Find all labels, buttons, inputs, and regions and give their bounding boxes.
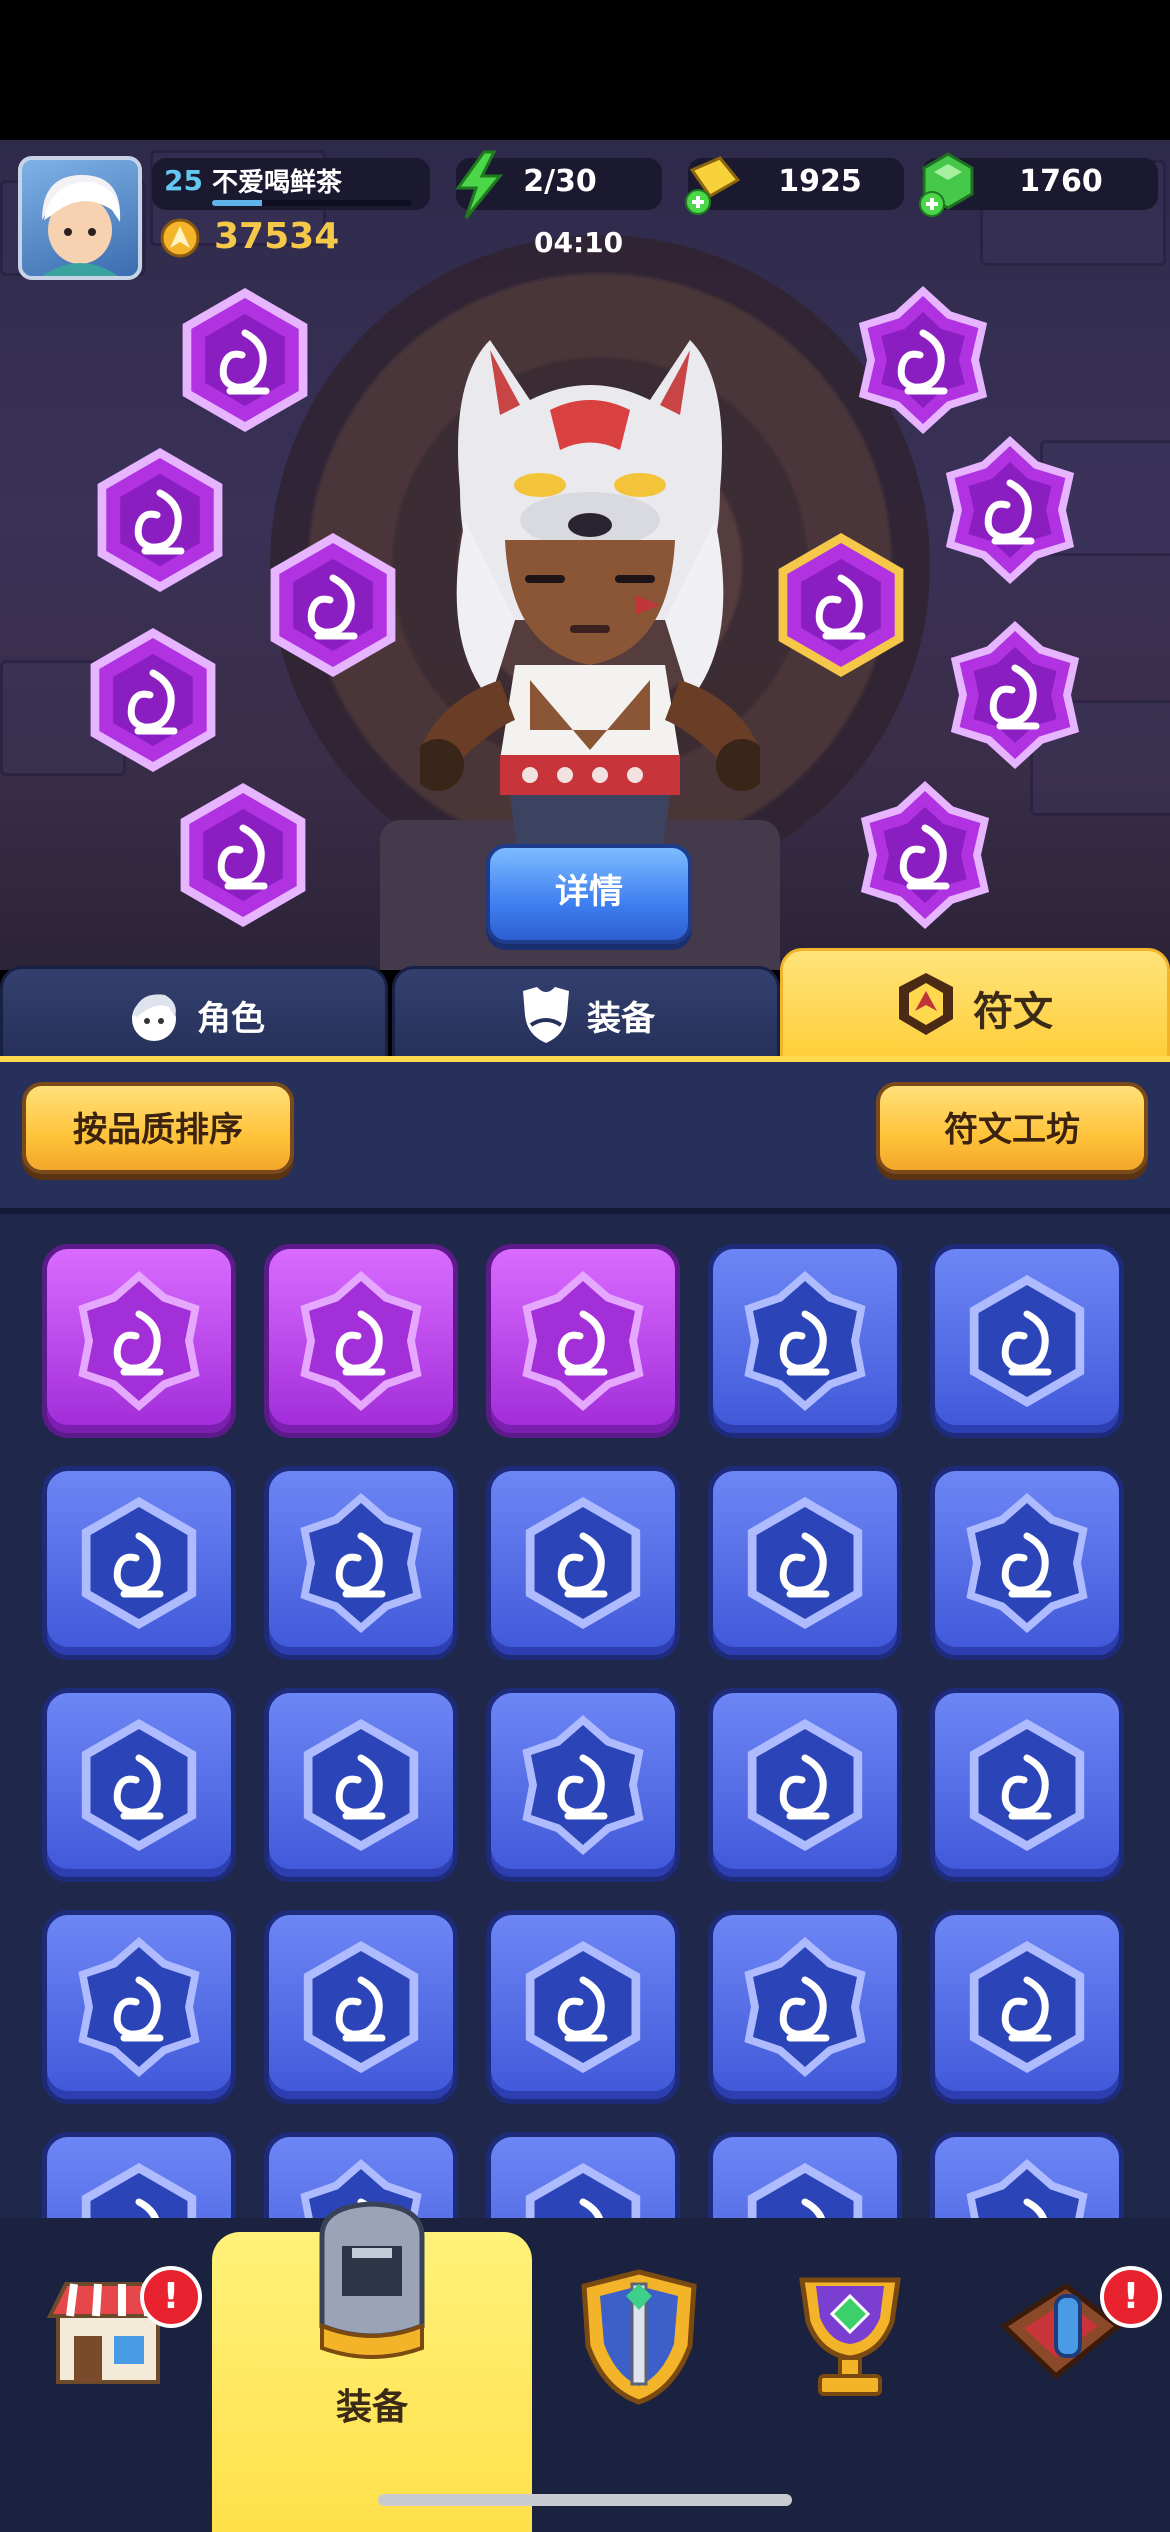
rune-card[interactable] (486, 1466, 680, 1660)
arrow-rain-icon (78, 1937, 200, 2077)
rune-card[interactable] (486, 2132, 680, 2220)
skull-fire-icon (525, 1941, 641, 2073)
rune-card[interactable] (930, 1244, 1124, 1438)
rune-card[interactable] (708, 2132, 902, 2220)
player-avatar[interactable] (18, 156, 142, 280)
tab-runes[interactable]: 符文 (780, 948, 1170, 1060)
fire-splash-icon (966, 1493, 1088, 1633)
armor-icon (523, 987, 569, 1043)
rune-inventory-grid[interactable] (0, 1214, 1170, 2220)
slash-fire-icon (78, 1271, 200, 1411)
potion-arrow-icon (969, 1719, 1085, 1851)
rune-card[interactable] (708, 1910, 902, 2104)
swirl-icon (969, 1275, 1085, 1407)
rune-card[interactable] (264, 1910, 458, 2104)
demon-head-icon (300, 1493, 422, 1633)
gem-icon (919, 152, 974, 217)
skull-fire-icon[interactable] (850, 780, 1000, 930)
character-icon (132, 994, 176, 1041)
rune-card[interactable] (708, 1466, 902, 1660)
rune-card[interactable] (486, 1244, 680, 1438)
crit-double-icon[interactable] (170, 285, 320, 435)
ring-up-icon[interactable] (168, 780, 318, 930)
rune-card[interactable] (264, 1688, 458, 1882)
shield-icon (81, 2163, 197, 2220)
rune-card[interactable] (42, 1466, 236, 1660)
orb-icon[interactable] (940, 620, 1090, 770)
details-button[interactable]: 详情 (486, 844, 692, 944)
flame-circle-icon (300, 1271, 422, 1411)
tab-runes-label: 符文 (973, 989, 1053, 1035)
spike-ball-icon (744, 1271, 866, 1411)
demon-head-icon (81, 1497, 197, 1629)
boomerang-icon (525, 1497, 641, 1629)
fire-splash-icon (747, 1497, 863, 1629)
rune-card[interactable] (486, 1910, 680, 2104)
tab-equipment-label: 装备 (587, 999, 655, 1039)
energy-timer: 04:10 (534, 226, 624, 259)
rune-card[interactable] (930, 1910, 1124, 2104)
rune-card[interactable] (264, 1466, 458, 1660)
sort-by-quality-button[interactable]: 按品质排序 (22, 1082, 294, 1174)
triple-flame-icon (522, 1271, 644, 1411)
player-level: 25 (164, 164, 203, 197)
nav-equipment-label: 装备 (335, 2387, 408, 2428)
tab-character[interactable]: 角色 (0, 966, 388, 1060)
home-indicator (378, 2494, 792, 2506)
potion-arrow-icon[interactable] (848, 285, 998, 435)
rune-icon (899, 973, 953, 1035)
tab-bar: 角色 装备 符文 (0, 948, 1170, 1060)
fire-ring-icon (303, 1941, 419, 2073)
snowflake-icon (969, 1941, 1085, 2073)
bow-up-icon[interactable] (85, 445, 235, 595)
gold-icon (685, 156, 741, 215)
star-icon (966, 2159, 1088, 2220)
xp-bar-fill (212, 200, 262, 206)
rune-card[interactable] (486, 1688, 680, 1882)
crown-shield-icon (81, 1719, 197, 1851)
helmet-icon[interactable] (302, 2196, 442, 2366)
sword-shield-icon[interactable] (574, 2266, 704, 2406)
rune-card[interactable] (708, 1688, 902, 1882)
power-value: 37534 (214, 216, 340, 257)
rune-card[interactable] (930, 1466, 1124, 1660)
rune-card[interactable] (708, 1244, 902, 1438)
shop-alert-badge: ! (140, 2266, 202, 2328)
energy-value: 2/30 (523, 164, 597, 199)
tab-equipment[interactable]: 装备 (392, 966, 780, 1060)
trophy-icon[interactable] (788, 2262, 912, 2402)
rune-card[interactable] (42, 1688, 236, 1882)
hand-icon (525, 2163, 641, 2220)
clock-arrow-icon[interactable] (935, 435, 1085, 585)
skull-fire-icon (744, 1937, 866, 2077)
gem-value: 1760 (1019, 164, 1103, 199)
rune-card[interactable] (42, 1244, 236, 1438)
rune-card[interactable] (930, 1688, 1124, 1882)
shield-up-icon[interactable] (766, 530, 916, 680)
gold-value: 1925 (778, 164, 862, 199)
ghost-bat-icon[interactable] (258, 530, 408, 680)
rune-card[interactable] (264, 1244, 458, 1438)
ice-shard-icon (303, 1719, 419, 1851)
rune-card[interactable] (42, 2132, 236, 2220)
rune-workshop-button[interactable]: 符文工坊 (876, 1082, 1148, 1174)
target-icon (747, 2163, 863, 2220)
rune-card[interactable] (42, 1910, 236, 2104)
status-bar (0, 0, 1170, 140)
clock-arrow-icon (747, 1719, 863, 1851)
rune-card[interactable] (930, 2132, 1124, 2220)
events-alert-badge: ! (1100, 2266, 1162, 2328)
fireball-icon[interactable] (78, 625, 228, 775)
power-icon (160, 218, 200, 258)
player-name: 不爱喝鲜茶 (212, 168, 343, 198)
cauldron-icon (522, 1715, 644, 1855)
xp-bar (212, 200, 412, 206)
tab-character-label: 角色 (197, 999, 265, 1039)
